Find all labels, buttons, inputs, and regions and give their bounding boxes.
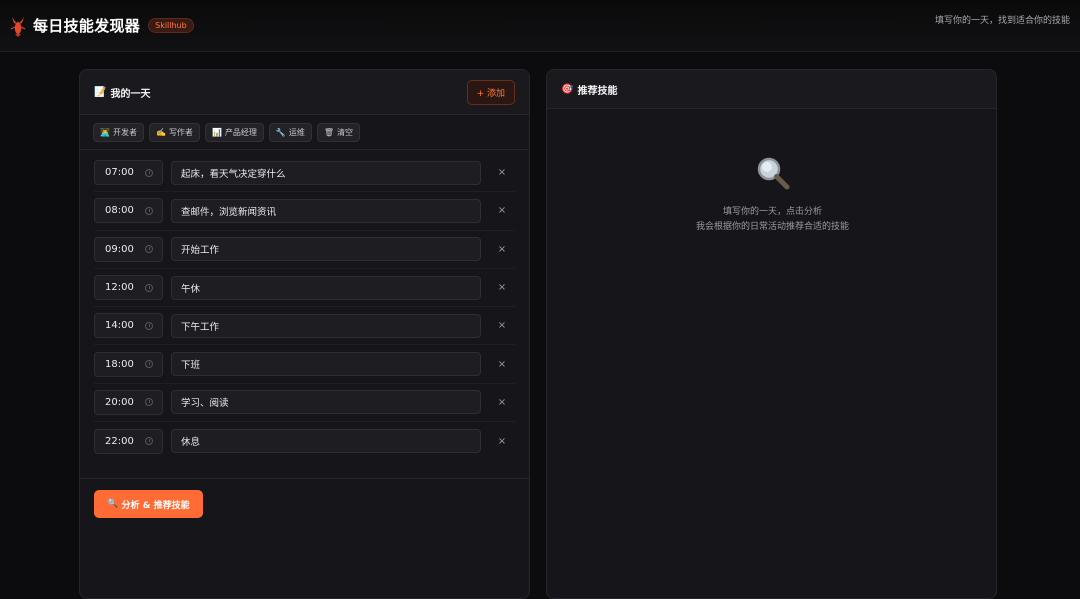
analyze-label: 分析 & 推荐技能: [121, 500, 190, 511]
activity-input[interactable]: 下午工作: [171, 313, 481, 338]
preset-clear[interactable]: 🗑 清空: [316, 122, 361, 142]
lobster-logo-icon: [10, 16, 26, 37]
time-value: 12:00: [105, 282, 134, 294]
preset-product-manager[interactable]: 📊 产品经理: [204, 122, 264, 142]
entry-row: 09:00 开始工作 ×: [94, 231, 515, 269]
recommendations-title-text: 推荐技能: [577, 85, 618, 97]
add-entry-button[interactable]: + 添加: [466, 79, 515, 105]
time-input[interactable]: 12:00: [94, 275, 163, 301]
magnifier-icon: 🔍: [107, 499, 119, 509]
time-input[interactable]: 07:00: [94, 160, 163, 186]
entry-row: 08:00 查邮件，浏览新闻资讯 ×: [94, 192, 515, 231]
clock-icon: [145, 283, 153, 292]
recommendations-title: 🎯 推荐技能: [561, 82, 617, 97]
clock-icon: [145, 398, 153, 407]
time-input[interactable]: 14:00: [94, 313, 163, 339]
time-value: 22:00: [105, 435, 134, 447]
developer-icon: 👨‍💻: [100, 127, 110, 137]
activity-input[interactable]: 查邮件，浏览新闻资讯: [171, 198, 481, 223]
remove-entry-button[interactable]: ×: [497, 282, 507, 293]
activity-input[interactable]: 休息: [171, 429, 481, 454]
clock-icon: [145, 437, 153, 446]
clock-icon: [145, 168, 153, 177]
magnifying-glass-icon: [757, 157, 789, 190]
brand-badge: Skillhub: [148, 18, 194, 33]
time-value: 08:00: [105, 205, 134, 217]
clock-icon: [145, 206, 153, 215]
preset-writer[interactable]: ✍️ 写作者: [148, 122, 200, 142]
activity-input[interactable]: 起床，看天气决定穿什么: [171, 160, 481, 185]
trash-icon: 🗑: [323, 127, 335, 137]
remove-entry-button[interactable]: ×: [497, 320, 507, 331]
preset-label: 清空: [337, 127, 354, 137]
wrench-icon: 🔧: [275, 127, 286, 137]
tagline: 填写你的一天，找到适合你的技能: [934, 16, 1070, 26]
entry-row: 22:00 休息 ×: [94, 422, 515, 460]
remove-entry-button[interactable]: ×: [497, 397, 507, 408]
entry-row: 12:00 午休 ×: [94, 269, 515, 308]
time-value: 20:00: [105, 396, 134, 408]
clock-icon: [145, 360, 153, 369]
time-value: 18:00: [105, 358, 134, 370]
entry-list: 07:00 起床，看天气决定穿什么 × 08:00 查邮件，浏览新闻资讯 × 0…: [80, 150, 529, 460]
analyze-footer: 🔍 分析 & 推荐技能: [80, 478, 529, 529]
remove-entry-button[interactable]: ×: [497, 167, 507, 178]
preset-ops[interactable]: 🔧 运维: [268, 122, 312, 142]
preset-label: 写作者: [168, 127, 193, 137]
activity-input[interactable]: 午休: [171, 275, 481, 300]
remove-entry-button[interactable]: ×: [497, 205, 507, 216]
preset-developer[interactable]: 👨‍💻 开发者: [93, 122, 144, 142]
time-input[interactable]: 18:00: [94, 351, 163, 377]
remove-entry-button[interactable]: ×: [497, 436, 507, 447]
remove-entry-button[interactable]: ×: [497, 359, 507, 370]
entry-row: 14:00 下午工作 ×: [94, 307, 515, 346]
empty-state: 填写你的一天，点击分析 我会根据你的日常活动推荐合适的技能: [547, 155, 996, 235]
bar-chart-icon: 📊: [211, 127, 222, 137]
activity-input[interactable]: 下班: [171, 352, 481, 377]
top-bar: 每日技能发现器 Skillhub 填写你的一天，找到适合你的技能: [0, 0, 1080, 52]
recommendations-panel: 🎯 推荐技能 填写你的一天，点击分析 我会根据你的日常活动推荐合适的技能: [546, 69, 997, 599]
recommendations-header: 🎯 推荐技能: [547, 70, 996, 109]
entry-row: 20:00 学习、阅读 ×: [94, 384, 515, 423]
preset-bar: 👨‍💻 开发者 ✍️ 写作者 📊 产品经理 🔧 运维 🗑 清空: [80, 115, 529, 150]
preset-label: 开发者: [112, 127, 137, 137]
clock-icon: [145, 321, 153, 330]
my-day-title-text: 我的一天: [110, 88, 151, 100]
target-icon: 🎯: [561, 83, 574, 95]
writing-hand-icon: ✍️: [155, 127, 166, 137]
preset-label: 运维: [288, 127, 305, 137]
my-day-title: 📝 我的一天: [94, 85, 150, 100]
clock-icon: [145, 245, 153, 254]
my-day-header: 📝 我的一天 + 添加: [80, 70, 529, 115]
entry-row: 07:00 起床，看天气决定穿什么 ×: [94, 154, 515, 193]
time-value: 07:00: [105, 167, 134, 179]
preset-label: 产品经理: [224, 127, 257, 137]
remove-entry-button[interactable]: ×: [497, 244, 507, 255]
analyze-button[interactable]: 🔍 分析 & 推荐技能: [94, 490, 203, 518]
empty-hint-line-1: 填写你的一天，点击分析: [722, 207, 822, 217]
time-input[interactable]: 08:00: [94, 198, 163, 224]
app-title: 每日技能发现器: [33, 17, 141, 35]
activity-input[interactable]: 开始工作: [171, 237, 481, 262]
time-input[interactable]: 09:00: [94, 236, 163, 262]
activity-input[interactable]: 学习、阅读: [171, 390, 481, 415]
time-input[interactable]: 22:00: [94, 428, 163, 454]
time-input[interactable]: 20:00: [94, 389, 163, 415]
time-value: 09:00: [105, 243, 134, 255]
memo-icon: 📝: [94, 86, 107, 98]
empty-hint-line-2: 我会根据你的日常活动推荐合适的技能: [695, 222, 849, 232]
time-value: 14:00: [105, 320, 134, 332]
entry-row: 18:00 下班 ×: [94, 345, 515, 384]
my-day-panel: 📝 我的一天 + 添加 👨‍💻 开发者 ✍️ 写作者 📊 产品经理 🔧 运维 🗑…: [79, 69, 530, 599]
